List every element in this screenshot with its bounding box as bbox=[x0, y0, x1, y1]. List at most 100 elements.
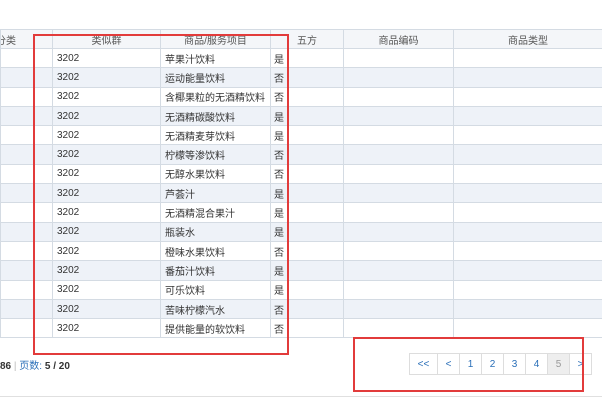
cell-similar-group: 3202 bbox=[52, 67, 161, 88]
cell-category bbox=[0, 221, 53, 242]
table-row[interactable]: 3202 无酒精混合果汁是 bbox=[0, 202, 602, 223]
cell-goods-type bbox=[453, 240, 602, 262]
cell-category bbox=[0, 67, 53, 88]
cell-wufang: 是 bbox=[270, 260, 344, 281]
cell-goods-type bbox=[453, 279, 602, 300]
table-row[interactable]: 3202 柠檬等渗饮料否 bbox=[0, 144, 602, 165]
cell-goods-type bbox=[453, 67, 602, 88]
cell-category bbox=[0, 318, 53, 339]
page-4-button[interactable]: 4 bbox=[525, 353, 548, 375]
cell-similar-group: 3202 bbox=[52, 105, 161, 127]
cell-goods-service: 柠檬等渗饮料 bbox=[160, 144, 271, 165]
cell-goods-type bbox=[453, 183, 602, 204]
col-header-category[interactable]: 分类 bbox=[0, 29, 53, 49]
cell-goods-service: 运动能量饮料 bbox=[160, 67, 271, 88]
table-row[interactable]: 3202 无醇水果饮料否 bbox=[0, 163, 602, 185]
page-1-button[interactable]: 1 bbox=[459, 353, 482, 375]
cell-wufang: 否 bbox=[270, 240, 344, 262]
table-row[interactable]: 3202 含椰果粒的无酒精饮料否 bbox=[0, 86, 602, 107]
table-row[interactable]: 3202 提供能量的软饮料否 bbox=[0, 318, 602, 339]
table-row[interactable]: 3202 可乐饮料是 bbox=[0, 279, 602, 300]
pagination: << < 1 2 3 4 5 > bbox=[409, 353, 592, 375]
next-page-button[interactable]: > bbox=[569, 353, 592, 375]
cell-category bbox=[0, 240, 53, 262]
col-header-goods-service[interactable]: 商品/服务项目 bbox=[160, 29, 271, 49]
cell-goods-service: 无酒精混合果汁 bbox=[160, 202, 271, 223]
table-row[interactable]: 3202 瓶装水是 bbox=[0, 221, 602, 242]
cell-goods-code bbox=[343, 279, 454, 300]
cell-wufang: 是 bbox=[270, 183, 344, 204]
first-page-button[interactable]: << bbox=[409, 353, 438, 375]
goods-table: 分类 类似群 商品/服务项目 五方 商品编码 商品类型 3202苹果汁饮料是32… bbox=[0, 29, 602, 339]
cell-similar-group: 3202 bbox=[52, 318, 161, 339]
cell-goods-service: 苹果汁饮料 bbox=[160, 47, 271, 69]
cell-goods-service: 无醇水果饮料 bbox=[160, 163, 271, 185]
cell-category bbox=[0, 144, 53, 165]
cell-goods-service: 橙味水果饮料 bbox=[160, 240, 271, 262]
table-row[interactable]: 3202 芦荟汁是 bbox=[0, 183, 602, 204]
cell-similar-group: 3202 bbox=[52, 183, 161, 204]
cell-similar-group: 3202 bbox=[52, 125, 161, 146]
cell-goods-code bbox=[343, 183, 454, 204]
pages-label: 页数: bbox=[19, 361, 43, 372]
cell-wufang: 是 bbox=[270, 105, 344, 127]
cell-similar-group: 3202 bbox=[52, 47, 161, 69]
cell-category bbox=[0, 163, 53, 185]
pages-value: 5 / 20 bbox=[44, 361, 70, 372]
table-row[interactable]: 3202 无酒精麦芽饮料是 bbox=[0, 125, 602, 146]
cell-wufang: 否 bbox=[270, 163, 344, 185]
cell-similar-group: 3202 bbox=[52, 260, 161, 281]
cell-category bbox=[0, 298, 53, 320]
cell-similar-group: 3202 bbox=[52, 144, 161, 165]
cell-goods-type bbox=[453, 260, 602, 281]
cell-goods-code bbox=[343, 47, 454, 69]
table-row[interactable]: 3202 苹果汁饮料是 bbox=[0, 47, 602, 69]
cell-goods-service: 苦味柠檬汽水 bbox=[160, 298, 271, 320]
cell-goods-code bbox=[343, 221, 454, 242]
col-header-similar-group[interactable]: 类似群 bbox=[52, 29, 161, 49]
cell-goods-service: 提供能量的软饮料 bbox=[160, 318, 271, 339]
table-row[interactable]: 3202 番茄汁饮料是 bbox=[0, 260, 602, 281]
table-header-row: 分类 类似群 商品/服务项目 五方 商品编码 商品类型 bbox=[0, 29, 602, 49]
page-5-button[interactable]: 5 bbox=[547, 353, 570, 375]
col-header-goods-type[interactable]: 商品类型 bbox=[453, 29, 602, 49]
col-header-wufang[interactable]: 五方 bbox=[270, 29, 344, 49]
cell-similar-group: 3202 bbox=[52, 221, 161, 242]
cell-wufang: 否 bbox=[270, 298, 344, 320]
cell-category bbox=[0, 47, 53, 69]
table-row[interactable]: 3202 橙味水果饮料否 bbox=[0, 240, 602, 262]
cell-wufang: 否 bbox=[270, 86, 344, 107]
cell-goods-type bbox=[453, 298, 602, 320]
cell-goods-service: 无酒精麦芽饮料 bbox=[160, 125, 271, 146]
table-row[interactable]: 3202 苦味柠檬汽水否 bbox=[0, 298, 602, 320]
prev-page-button[interactable]: < bbox=[437, 353, 460, 375]
cell-wufang: 是 bbox=[270, 125, 344, 146]
cell-similar-group: 3202 bbox=[52, 279, 161, 300]
cell-category bbox=[0, 105, 53, 127]
cell-wufang: 是 bbox=[270, 202, 344, 223]
cell-goods-service: 番茄汁饮料 bbox=[160, 260, 271, 281]
cell-goods-type bbox=[453, 86, 602, 107]
cell-goods-service: 瓶装水 bbox=[160, 221, 271, 242]
cell-goods-type bbox=[453, 105, 602, 127]
page-3-button[interactable]: 3 bbox=[503, 353, 526, 375]
cell-similar-group: 3202 bbox=[52, 163, 161, 185]
page-2-button[interactable]: 2 bbox=[481, 353, 504, 375]
cell-category bbox=[0, 260, 53, 281]
cell-goods-service: 无酒精碳酸饮料 bbox=[160, 105, 271, 127]
cell-goods-type bbox=[453, 163, 602, 185]
cell-goods-type bbox=[453, 202, 602, 223]
table-row[interactable]: 3202 运动能量饮料否 bbox=[0, 67, 602, 88]
cell-goods-type bbox=[453, 125, 602, 146]
col-header-goods-code[interactable]: 商品编码 bbox=[343, 29, 454, 49]
cell-goods-type bbox=[453, 221, 602, 242]
table-row[interactable]: 3202 无酒精碳酸饮料是 bbox=[0, 105, 602, 127]
cell-goods-code bbox=[343, 318, 454, 339]
cell-goods-code bbox=[343, 298, 454, 320]
cell-goods-code bbox=[343, 125, 454, 146]
cell-goods-type bbox=[453, 318, 602, 339]
cell-similar-group: 3202 bbox=[52, 202, 161, 223]
cell-goods-code bbox=[343, 86, 454, 107]
cell-category bbox=[0, 279, 53, 300]
cell-wufang: 否 bbox=[270, 144, 344, 165]
